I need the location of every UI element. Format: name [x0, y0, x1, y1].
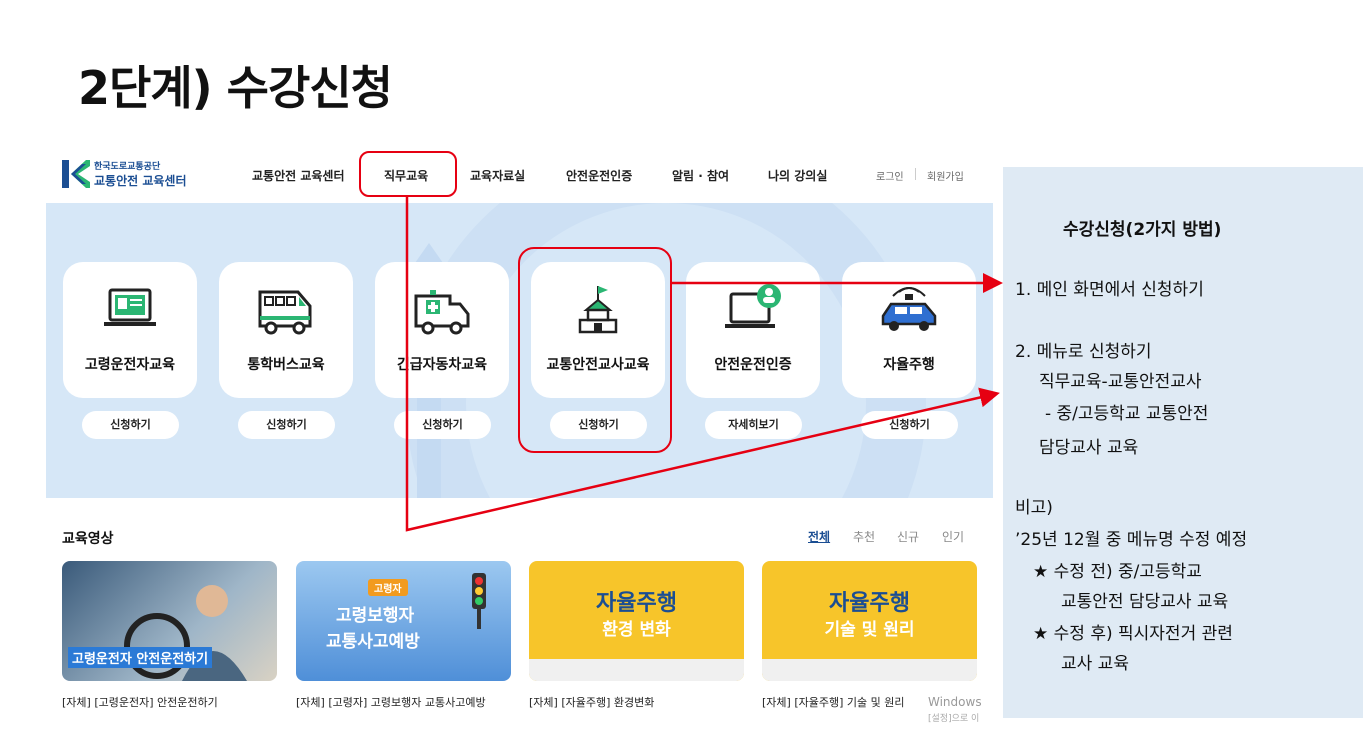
util-divider — [915, 168, 916, 180]
video-thumbnail-elderly-driving[interactable]: 고령운전자 안전운전하기 — [62, 561, 277, 681]
autonomous-car-icon — [881, 287, 937, 331]
video-thumb-subtitle: 기술 및 원리 — [824, 620, 915, 640]
video-caption[interactable]: [자체] [자율주행] 환경변화 — [529, 694, 654, 710]
windows-activation-watermark: Windows — [928, 695, 982, 709]
nav-notice-participation[interactable]: 알림 · 참여 — [672, 167, 729, 184]
nav-materials[interactable]: 교육자료실 — [470, 167, 525, 184]
login-link[interactable]: 로그인 — [876, 168, 904, 183]
instruction-panel: 수강신청(2가지 방법) 1. 메인 화면에서 신청하기 2. 메뉴로 신청하기… — [1003, 167, 1363, 718]
video-thumb-badge: 고령자 — [368, 579, 408, 596]
filter-new[interactable]: 신규 — [897, 528, 919, 545]
apply-button-elderly-driver[interactable]: 신청하기 — [82, 411, 179, 439]
video-caption[interactable]: [자체] [자율주행] 기술 및 원리 — [762, 694, 904, 710]
course-card-label: 고령운전자교육 — [84, 357, 176, 373]
video-caption[interactable]: [자체] [고령자] 고령보행자 교통사고예방 — [296, 694, 486, 710]
video-thumb-title: 고령운전자 안전운전하기 — [68, 647, 213, 668]
logo-org-name: 한국도로교통공단 — [94, 162, 161, 172]
course-card-label: 긴급자동차교육 — [396, 357, 488, 373]
video-thumb-title: 자율주행 — [829, 591, 910, 616]
filter-all[interactable]: 전체 — [808, 528, 830, 545]
panel-note-title: 비고) — [1015, 498, 1053, 518]
video-thumbnail-elderly-pedestrian[interactable]: 고령자 고령보행자 교통사고예방 — [296, 561, 511, 681]
video-thumb-subtitle: 교통사고예방 — [326, 632, 420, 652]
city-skyline-decoration — [529, 659, 744, 681]
course-card-safe-driving-cert[interactable]: 안전운전인증 — [686, 262, 820, 398]
panel-method-2-path-3: 담당교사 교육 — [1039, 438, 1139, 458]
logo-mark-icon — [62, 160, 90, 188]
video-thumbnail-autonomous-environment[interactable]: 자율주행 환경 변화 — [529, 561, 744, 681]
details-button-safe-driving-cert[interactable]: 자세히보기 — [705, 411, 802, 439]
panel-method-2-path-2: - 중/고등학교 교통안전 — [1045, 404, 1209, 424]
highlight-teacher-card — [518, 247, 672, 453]
video-section-title: 교육영상 — [62, 531, 114, 547]
panel-title: 수강신청(2가지 방법) — [1063, 220, 1222, 240]
panel-after-1: ★ 수정 후) 픽시자전거 관련 — [1033, 624, 1233, 644]
course-card-label: 통학버스교육 — [247, 357, 325, 373]
panel-after-2: 교사 교육 — [1061, 654, 1129, 674]
panel-method-1: 1. 메인 화면에서 신청하기 — [1015, 280, 1204, 300]
logo-site-name: 교통안전 교육센터 — [94, 174, 187, 188]
filter-recommended[interactable]: 추천 — [853, 528, 875, 545]
signup-link[interactable]: 회원가입 — [927, 168, 964, 183]
video-thumb-title: 자율주행 — [596, 591, 677, 616]
filter-popular[interactable]: 인기 — [942, 528, 964, 545]
nav-my-classroom[interactable]: 나의 강의실 — [768, 167, 827, 184]
apply-button-school-bus[interactable]: 신청하기 — [238, 411, 335, 439]
highlight-job-training-menu — [359, 151, 457, 197]
course-card-label: 자율주행 — [883, 357, 935, 373]
course-card-label: 안전운전인증 — [714, 357, 792, 373]
bus-icon — [258, 290, 312, 335]
video-thumbnail-autonomous-technology[interactable]: 자율주행 기술 및 원리 — [762, 561, 977, 681]
panel-note-line: ’25년 12월 중 메뉴명 수정 예정 — [1015, 530, 1248, 550]
panel-before-2: 교통안전 담당교사 교육 — [1061, 592, 1229, 612]
course-card-emergency-vehicle[interactable]: 긴급자동차교육 — [375, 262, 509, 398]
apply-button-emergency-vehicle[interactable]: 신청하기 — [394, 411, 491, 439]
video-caption[interactable]: [자체] [고령운전자] 안전운전하기 — [62, 694, 218, 710]
site-logo[interactable]: 한국도로교통공단 교통안전 교육센터 — [62, 158, 192, 192]
windows-activation-watermark-sub: [설정]으로 이 — [928, 714, 980, 724]
traffic-light-icon — [472, 573, 486, 629]
nav-safe-driving-cert[interactable]: 안전운전인증 — [566, 167, 632, 184]
panel-method-2-path: 직무교육-교통안전교사 — [1039, 372, 1202, 392]
panel-method-2: 2. 메뉴로 신청하기 — [1015, 342, 1152, 362]
city-skyline-decoration — [762, 659, 977, 681]
nav-traffic-safety-center[interactable]: 교통안전 교육센터 — [252, 167, 345, 184]
course-card-school-bus[interactable]: 통학버스교육 — [219, 262, 353, 398]
slide-title: 2단계) 수강신청 — [78, 61, 393, 115]
monitor-id-icon — [104, 288, 156, 326]
video-thumb-title: 고령보행자 — [336, 606, 415, 626]
ambulance-icon — [414, 290, 470, 335]
apply-button-autonomous-driving[interactable]: 신청하기 — [861, 411, 958, 439]
panel-before-1: ★ 수정 전) 중/고등학교 — [1033, 562, 1202, 582]
course-card-elderly-driver[interactable]: 고령운전자교육 — [63, 262, 197, 398]
video-thumb-subtitle: 환경 변화 — [602, 620, 671, 640]
course-card-autonomous-driving[interactable]: 자율주행 — [842, 262, 976, 398]
laptop-user-icon — [725, 284, 781, 328]
